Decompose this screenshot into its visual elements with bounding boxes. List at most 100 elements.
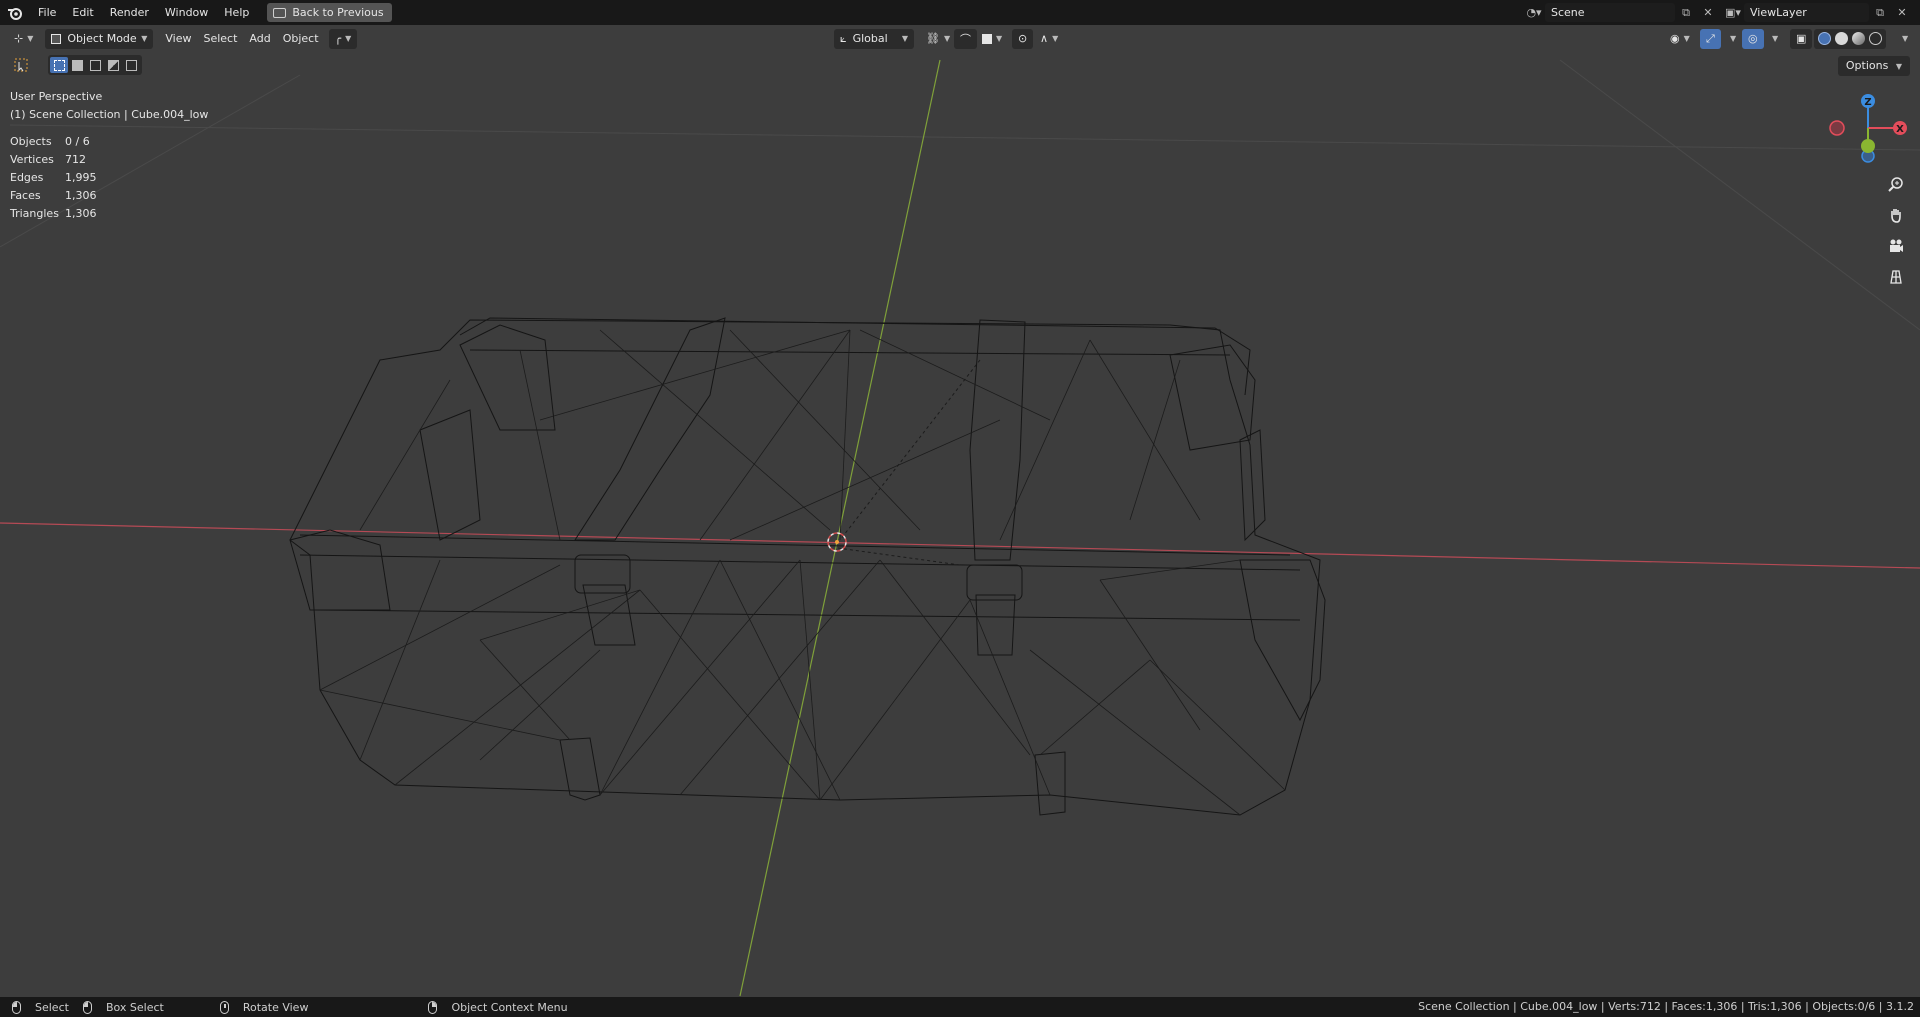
options-label: Options [1845,59,1889,72]
mouse-right-icon [428,1000,438,1014]
set-new-selection-icon[interactable] [50,57,68,73]
wireframe-shading-icon[interactable] [1818,32,1831,45]
overlays-toggle[interactable]: ◎ [1742,28,1764,49]
menu-edit[interactable]: Edit [64,0,101,25]
status-context-menu-label: Object Context Menu [451,1000,568,1014]
snap-toggle[interactable]: ⌒ [954,28,977,49]
object-mode-icon [51,33,62,44]
view-layer-name-field[interactable]: ViewLayer [1744,3,1869,22]
falloff-curve-icon: ∧ [1040,32,1049,45]
navigation-gizmo[interactable]: Z X [1829,94,1907,163]
rendered-shading-icon[interactable] [1869,32,1882,45]
proportional-falloff-dropdown[interactable]: ∧ ▼ [1034,29,1064,49]
gpencil-dropdown[interactable]: ╭ ▼ [328,28,358,49]
status-select-label: Select [35,1000,69,1014]
status-rotate-hint: Rotate View [219,1000,309,1014]
gizmo-x-negative[interactable] [1829,120,1845,136]
gizmo-icon: ⤢ [1706,31,1715,45]
menu-add[interactable]: Add [243,29,276,49]
pivot-icon: ⛓ [926,32,940,45]
solid-shading-icon[interactable] [1835,32,1848,45]
transform-orientation-dropdown[interactable]: ⟀ Global ▼ [834,28,914,49]
3d-viewport[interactable]: Z X [0,0,1920,1017]
overlays-icon: ◎ [1748,32,1758,45]
visibility-dropdown[interactable]: ◉ ▼ [1664,29,1696,49]
extend-selection-icon[interactable] [68,57,86,73]
blender-logo-icon[interactable] [0,0,30,25]
grid-lines [0,59,1920,331]
menu-window[interactable]: Window [157,0,216,25]
status-box-select-hint: Box Select [82,1000,164,1014]
wireframe-chest[interactable] [289,317,1326,816]
view-layer-icon[interactable]: ▣▾ [1722,3,1744,22]
statistics-overlay: Objects 0 / 6 Vertices 712 Edges 1,995 Face… [10,133,97,223]
mode-dropdown[interactable]: Object Mode ▼ [45,28,154,49]
viewport-info-overlay: User Perspective (1) Scene Collection | … [10,88,208,124]
status-box-select-label: Box Select [105,1000,164,1014]
camera-icon[interactable] [1882,232,1910,260]
scene-selector: ◔▾ Scene ⧉ ✕ [1523,3,1719,22]
stats-key: Triangles [10,207,59,220]
menu-file[interactable]: File [30,0,64,25]
select-box-tool-icon[interactable] [10,55,32,75]
scene-icon[interactable]: ◔▾ [1523,3,1545,22]
chevron-down-icon: ▼ [1772,34,1779,43]
chevron-down-icon: ▼ [1902,34,1909,43]
stats-row: Faces 1,306 [10,187,97,205]
gizmo-dropdown[interactable]: ▼ [1720,29,1742,49]
invert-selection-icon[interactable] [104,57,122,73]
status-rotate-label: Rotate View [242,1000,309,1014]
new-scene-icon[interactable]: ⧉ [1675,3,1697,22]
intersect-selection-icon[interactable] [122,57,140,73]
perspective-label: User Perspective [10,90,103,103]
new-view-layer-icon[interactable]: ⧉ [1869,3,1891,22]
curve-icon: ╭ [334,32,342,45]
stats-key: Faces [10,189,41,202]
navigation-tools [1882,170,1912,294]
gizmo-toggle[interactable]: ⤢ [1700,28,1721,49]
status-bar: Select Box Select Rotate View Object Con… [0,997,1920,1017]
zoom-icon[interactable] [1882,170,1910,198]
selection-mode-group [48,55,142,75]
stats-value: 1,995 [65,171,97,184]
subtract-selection-icon[interactable] [86,57,104,73]
gizmo-y-positive[interactable] [1861,139,1875,153]
orientation-icon: ⟀ [840,31,847,45]
magnet-icon: ⌒ [960,32,971,46]
chevron-down-icon: ▼ [1895,62,1902,71]
proportional-edit-toggle[interactable]: ⊙ [1012,28,1034,49]
delete-view-layer-icon[interactable]: ✕ [1891,3,1913,22]
snap-square-icon [982,33,992,44]
scene-name-field[interactable]: Scene [1545,3,1675,22]
top-menubar: File Edit Render Window Help Back to Pre… [0,0,1920,25]
menu-help[interactable]: Help [216,0,257,25]
editor-type-button[interactable]: ⊹ ▼ [8,29,39,49]
shading-dropdown[interactable]: ▼ [1892,29,1914,49]
viewport-header: ⊹ ▼ Object Mode ▼ View Select Add Object … [0,25,1920,52]
pivot-point-dropdown[interactable]: ⛓ ▼ [920,29,956,49]
view-layer-selector: ▣▾ ViewLayer ⧉ ✕ [1722,3,1913,22]
menu-render[interactable]: Render [102,0,157,25]
menu-select[interactable]: Select [197,29,243,49]
x-axis-line [0,522,1920,569]
stats-row: Vertices 712 [10,151,97,169]
menu-object[interactable]: Object [277,29,325,49]
snap-target-dropdown[interactable]: ▼ [976,29,1008,49]
menu-view[interactable]: View [159,29,197,49]
grid-projection-icon[interactable] [1882,263,1910,291]
proportional-edit-icon: ⊙ [1018,32,1028,45]
hand-pan-icon[interactable] [1882,201,1910,229]
options-dropdown[interactable]: Options ▼ [1837,56,1910,76]
material-shading-icon[interactable] [1852,32,1865,45]
back-to-previous-button[interactable]: Back to Previous [267,3,392,22]
stats-row: Edges 1,995 [10,169,97,187]
chevron-down-icon: ▼ [1730,34,1737,43]
status-context-menu-hint: Object Context Menu [428,1000,568,1014]
status-select-hint: Select [12,1000,69,1014]
delete-scene-icon[interactable]: ✕ [1697,3,1719,22]
overlays-dropdown[interactable]: ▼ [1762,29,1784,49]
gizmo-z-label: Z [1864,97,1871,108]
stats-value: 712 [65,153,86,166]
xray-icon: ▣ [1796,32,1807,45]
xray-toggle[interactable]: ▣ [1790,28,1813,49]
